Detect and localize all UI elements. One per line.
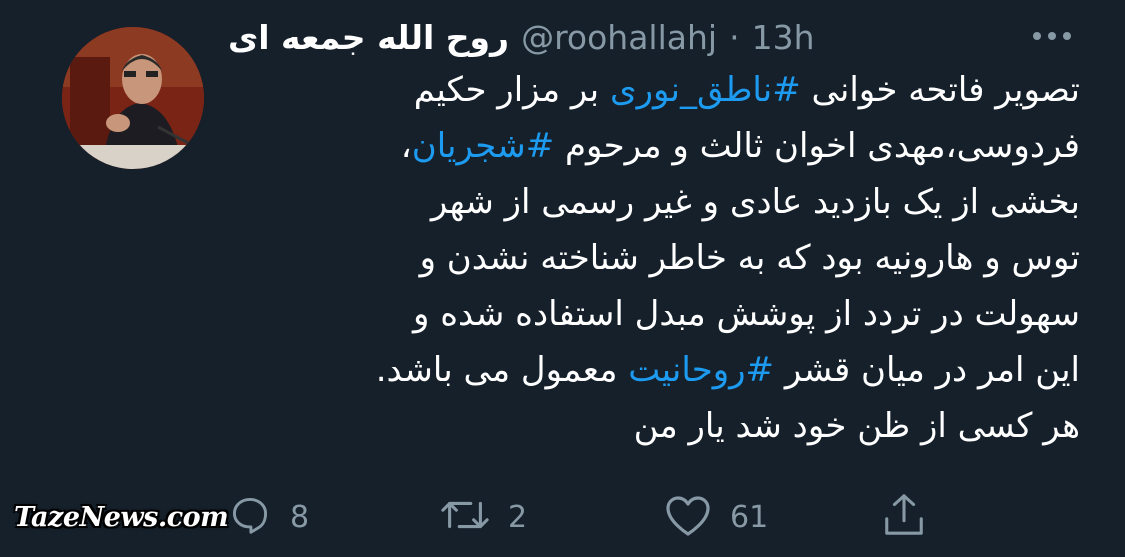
- tweet-text-line: سهولت در تردد از پوشش مبدل استفاده شده و: [228, 286, 1080, 342]
- tweet-text-segment: ،: [400, 126, 412, 166]
- hashtag-link[interactable]: #روحانیت: [628, 350, 774, 390]
- avatar-photo: [62, 27, 204, 169]
- tweet-text: تصویر فاتحه خوانی #ناطق_نوری بر مزار حکی…: [228, 62, 1080, 454]
- tweet-text-segment: تصویر فاتحه خوانی: [800, 70, 1080, 110]
- retweet-icon: [440, 493, 490, 541]
- share-icon: [882, 492, 926, 542]
- hashtag-link[interactable]: #ناطق_نوری: [610, 70, 801, 110]
- tweet-text-line: تصویر فاتحه خوانی #ناطق_نوری بر مزار حکی…: [228, 62, 1080, 118]
- retweet-count: 2: [508, 499, 528, 535]
- retweet-button[interactable]: 2: [440, 486, 527, 548]
- watermark-logo: TazeNews.com: [14, 502, 229, 533]
- tweet-text-segment: بر مزار حکیم: [413, 70, 610, 110]
- heart-icon: [664, 493, 712, 541]
- tweet-text-segment: بخشی از یک بازدید عادی و غیر رسمی از شهر: [430, 182, 1080, 222]
- tweet-text-line: فردوسی،مهدی اخوان ثالث و مرحوم #شجریان،: [228, 118, 1080, 174]
- more-horizontal-icon[interactable]: [1022, 14, 1082, 58]
- tweet-text-line: بخشی از یک بازدید عادی و غیر رسمی از شهر: [228, 174, 1080, 230]
- share-button[interactable]: [882, 486, 926, 548]
- reply-count: 8: [290, 499, 310, 535]
- handle[interactable]: @roohallahj: [521, 18, 717, 57]
- tweet-text-segment: معمول می باشد.: [375, 350, 629, 390]
- like-count: 61: [730, 499, 769, 535]
- reply-button[interactable]: 8: [228, 486, 309, 548]
- tweet-header: روح الله جمعه ای @roohallahj · 13h: [228, 12, 814, 62]
- tweet-text-segment: توس و هارونیه بود که به خاطر شناخته نشدن…: [419, 238, 1080, 278]
- like-button[interactable]: 61: [664, 486, 768, 548]
- tweet-text-line: این امر در میان قشر #روحانیت معمول می با…: [228, 342, 1080, 398]
- display-name[interactable]: روح الله جمعه ای: [228, 18, 509, 57]
- hashtag-link[interactable]: #شجریان: [412, 126, 554, 166]
- tweet-text-segment: این امر در میان قشر: [774, 350, 1080, 390]
- tweet-text-segment: سهولت در تردد از پوشش مبدل استفاده شده و: [412, 294, 1080, 334]
- reply-icon: [228, 493, 272, 541]
- timestamp[interactable]: 13h: [752, 18, 815, 57]
- avatar[interactable]: [62, 27, 204, 169]
- tweet-text-line: توس و هارونیه بود که به خاطر شناخته نشدن…: [228, 230, 1080, 286]
- tweet-text-segment: هر کسی از ظن خود شد یار من: [633, 406, 1080, 446]
- separator-dot: ·: [729, 17, 740, 57]
- tweet-text-line: هر کسی از ظن خود شد یار من: [228, 398, 1080, 454]
- tweet-text-segment: فردوسی،مهدی اخوان ثالث و مرحوم: [554, 126, 1080, 166]
